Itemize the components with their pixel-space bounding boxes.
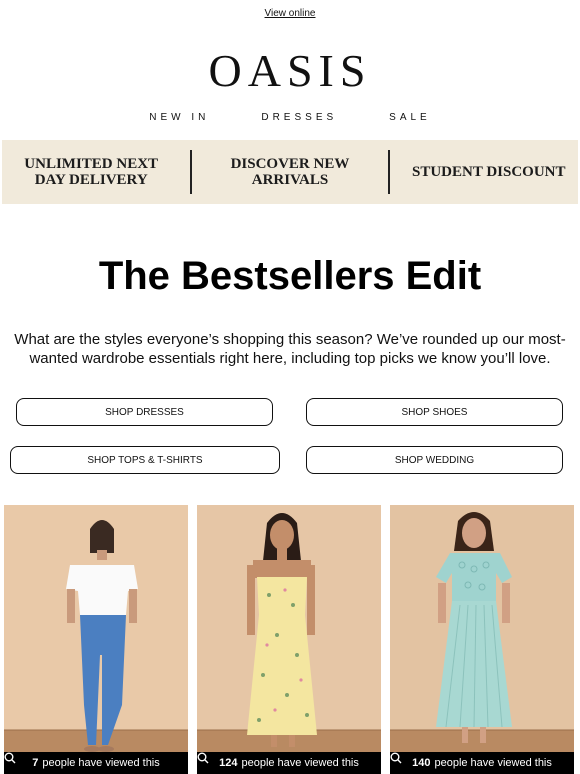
viewed-count-bar: 140 people have viewed this — [390, 752, 574, 774]
viewed-count: 124 — [219, 757, 238, 769]
nav-item-dresses[interactable]: DRESSES — [261, 112, 337, 123]
product-image — [4, 520, 188, 774]
intro-text: What are the styles everyone’s shopping … — [14, 331, 566, 367]
viewed-count: 140 — [412, 757, 431, 769]
shop-wedding-button[interactable]: SHOP WEDDING — [306, 446, 563, 474]
viewed-count: 7 — [32, 757, 39, 769]
promo-banner: UNLIMITED NEXT DAY DELIVERY DISCOVER NEW… — [2, 140, 578, 204]
viewed-text: people have viewed this — [241, 757, 359, 769]
banner-new-arrivals[interactable]: DISCOVER NEW ARRIVALS — [210, 156, 370, 188]
shop-tops-button[interactable]: SHOP TOPS & T-SHIRTS — [10, 446, 280, 474]
banner-divider — [189, 150, 192, 194]
viewed-text: people have viewed this — [42, 757, 160, 769]
viewed-count-bar: 124 people have viewed this — [197, 752, 381, 774]
product-image — [390, 512, 574, 774]
shop-shoes-button[interactable]: SHOP SHOES — [306, 398, 563, 426]
product-card[interactable]: 7 people have viewed this — [4, 505, 188, 774]
search-icon — [197, 752, 209, 764]
shop-dresses-button[interactable]: SHOP DRESSES — [16, 398, 273, 426]
product-card[interactable]: 140 people have viewed this — [390, 505, 574, 774]
nav-item-new-in[interactable]: NEW IN — [149, 112, 209, 123]
main-nav: NEW IN DRESSES SALE — [0, 112, 580, 123]
banner-divider — [388, 150, 391, 194]
oasis-logo[interactable]: OASIS — [0, 48, 580, 94]
page-title: The Bestsellers Edit — [98, 254, 482, 298]
view-online-link[interactable]: View online — [0, 8, 580, 19]
banner-delivery[interactable]: UNLIMITED NEXT DAY DELIVERY — [11, 156, 171, 188]
viewed-count-bar: 7 people have viewed this — [4, 752, 188, 774]
search-icon — [4, 752, 16, 764]
viewed-text: people have viewed this — [434, 757, 552, 769]
nav-item-sale[interactable]: SALE — [389, 112, 431, 123]
banner-student-discount[interactable]: STUDENT DISCOUNT — [409, 164, 569, 180]
search-icon — [390, 752, 402, 764]
product-card[interactable]: 124 people have viewed this — [197, 505, 381, 774]
product-image — [197, 513, 381, 774]
